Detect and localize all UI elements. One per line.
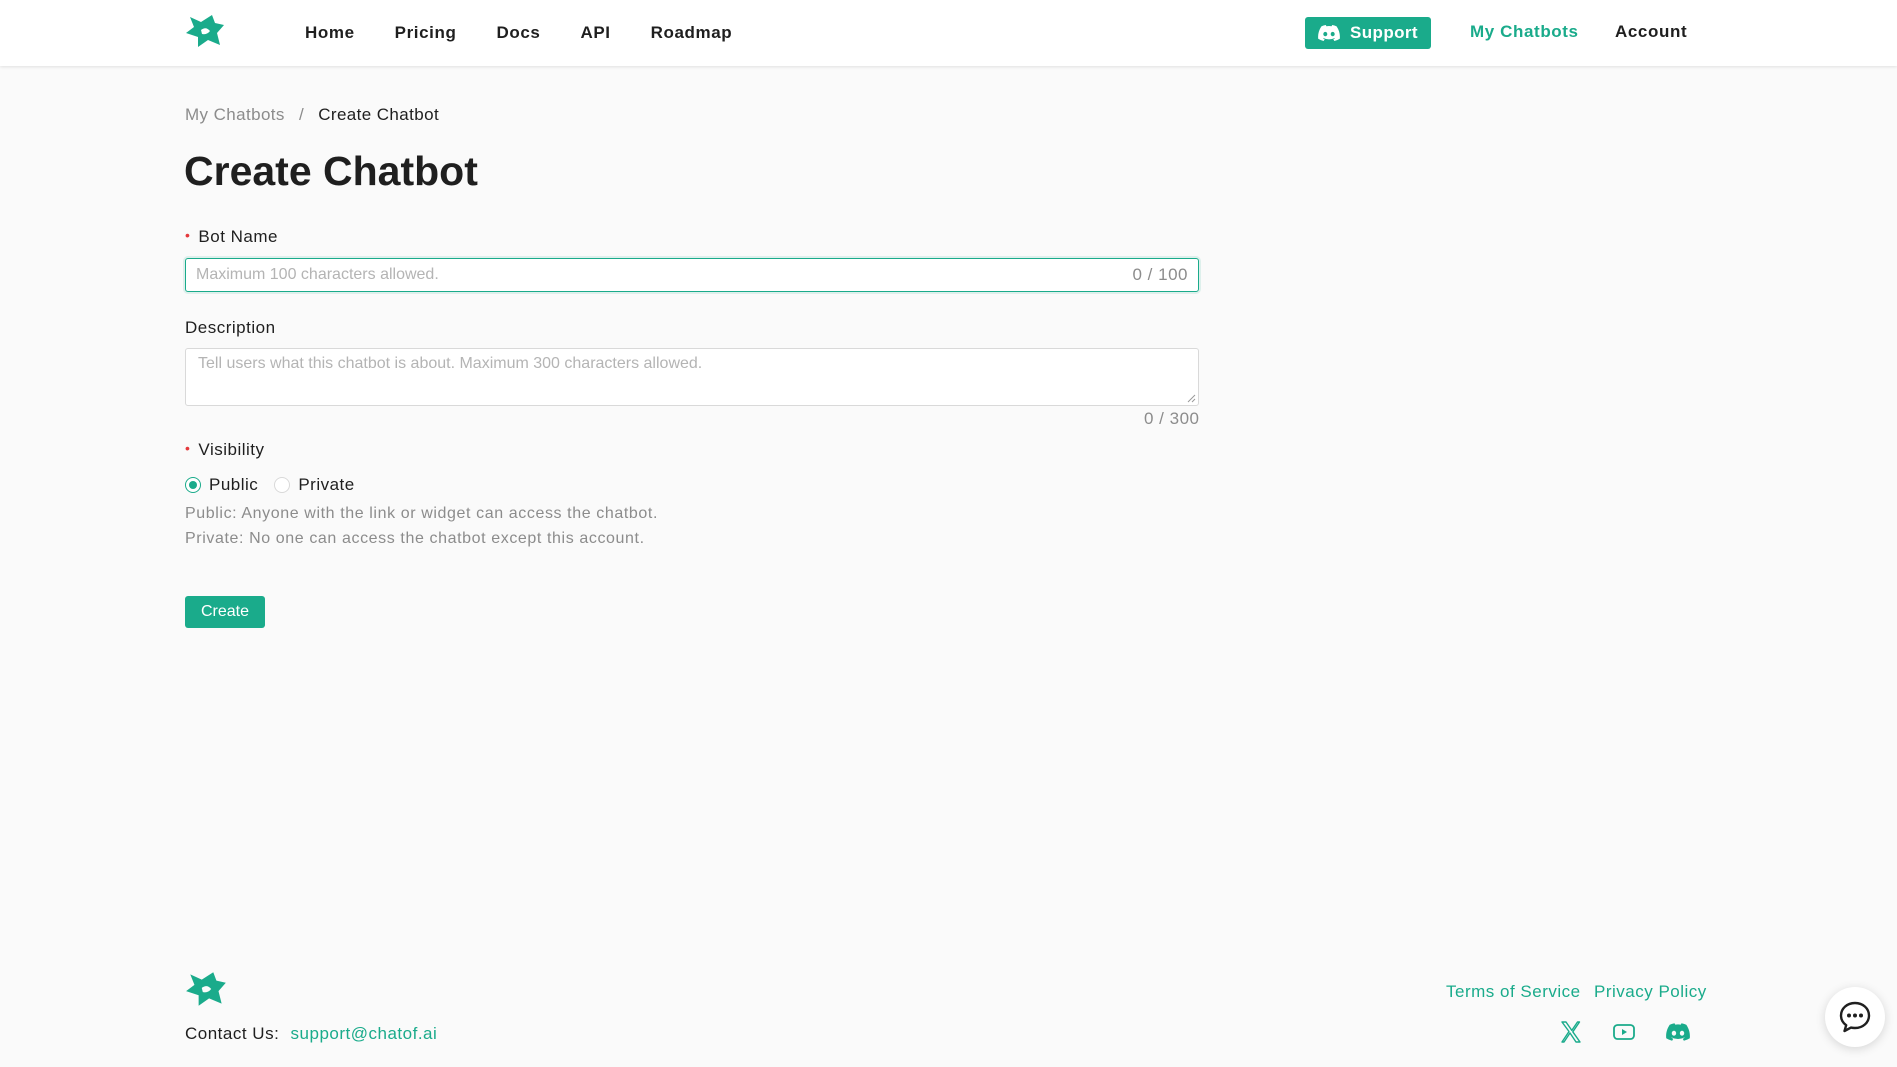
nav-roadmap[interactable]: Roadmap bbox=[651, 23, 733, 43]
chat-bubble-icon bbox=[1839, 1001, 1871, 1033]
bot-name-input[interactable] bbox=[196, 259, 1096, 290]
footer-logo-icon bbox=[186, 972, 226, 1006]
terms-of-service-link[interactable]: Terms of Service bbox=[1446, 982, 1581, 1002]
radio-private[interactable]: Private bbox=[274, 475, 354, 495]
radio-public-dot[interactable] bbox=[185, 477, 201, 493]
required-marker: • bbox=[185, 227, 191, 243]
bot-name-label-text: Bot Name bbox=[198, 227, 278, 246]
bot-name-field[interactable]: 0 / 100 bbox=[185, 258, 1199, 292]
contact-label: Contact Us: bbox=[185, 1024, 280, 1043]
contact-info: Contact Us: support@chatof.ai bbox=[185, 1024, 437, 1044]
page-title: Create Chatbot bbox=[184, 148, 478, 194]
required-marker: • bbox=[185, 440, 191, 456]
radio-private-label: Private bbox=[298, 475, 355, 494]
visibility-help-private: Private: No one can access the chatbot e… bbox=[185, 530, 645, 547]
nav-my-chatbots[interactable]: My Chatbots bbox=[1470, 22, 1579, 42]
nav-account[interactable]: Account bbox=[1615, 22, 1687, 42]
visibility-radio-group: Public Private bbox=[185, 475, 371, 495]
description-label: Description bbox=[185, 318, 276, 337]
x-icon[interactable] bbox=[1559, 1020, 1583, 1044]
main-nav: Home Pricing Docs API Roadmap bbox=[305, 0, 772, 66]
discord-icon[interactable] bbox=[1666, 1020, 1690, 1044]
visibility-label-text: Visibility bbox=[198, 440, 265, 459]
breadcrumb-my-chatbots[interactable]: My Chatbots bbox=[185, 105, 285, 124]
description-input[interactable] bbox=[186, 349, 1198, 405]
radio-public-label: Public bbox=[209, 475, 259, 494]
support-button[interactable]: Support bbox=[1305, 17, 1431, 49]
description-counter: 0 / 300 bbox=[1144, 409, 1200, 428]
create-button[interactable]: Create bbox=[185, 596, 265, 628]
discord-icon bbox=[1318, 25, 1340, 41]
breadcrumb-current: Create Chatbot bbox=[318, 105, 440, 124]
bot-name-label: • Bot Name bbox=[185, 227, 278, 247]
radio-private-dot[interactable] bbox=[274, 477, 291, 493]
nav-docs[interactable]: Docs bbox=[496, 23, 540, 43]
nav-home[interactable]: Home bbox=[305, 23, 355, 43]
visibility-label: • Visibility bbox=[185, 440, 265, 460]
breadcrumb: My Chatbots / Create Chatbot bbox=[185, 105, 439, 125]
nav-api[interactable]: API bbox=[580, 23, 610, 43]
logo-icon[interactable] bbox=[184, 13, 228, 49]
privacy-policy-link[interactable]: Privacy Policy bbox=[1594, 982, 1707, 1002]
visibility-help-public: Public: Anyone with the link or widget c… bbox=[185, 505, 659, 522]
chat-widget-button[interactable] bbox=[1825, 987, 1885, 1047]
breadcrumb-separator: / bbox=[298, 105, 305, 124]
bot-name-counter: 0 / 100 bbox=[1132, 265, 1188, 284]
description-field[interactable] bbox=[185, 348, 1199, 406]
resize-handle-icon[interactable] bbox=[1187, 394, 1196, 403]
contact-email-link[interactable]: support@chatof.ai bbox=[291, 1024, 438, 1043]
support-label: Support bbox=[1350, 23, 1418, 42]
top-navbar: Home Pricing Docs API Roadmap Support My… bbox=[0, 0, 1897, 66]
youtube-icon[interactable] bbox=[1612, 1020, 1636, 1044]
radio-public[interactable]: Public bbox=[185, 475, 258, 495]
nav-pricing[interactable]: Pricing bbox=[395, 23, 457, 43]
